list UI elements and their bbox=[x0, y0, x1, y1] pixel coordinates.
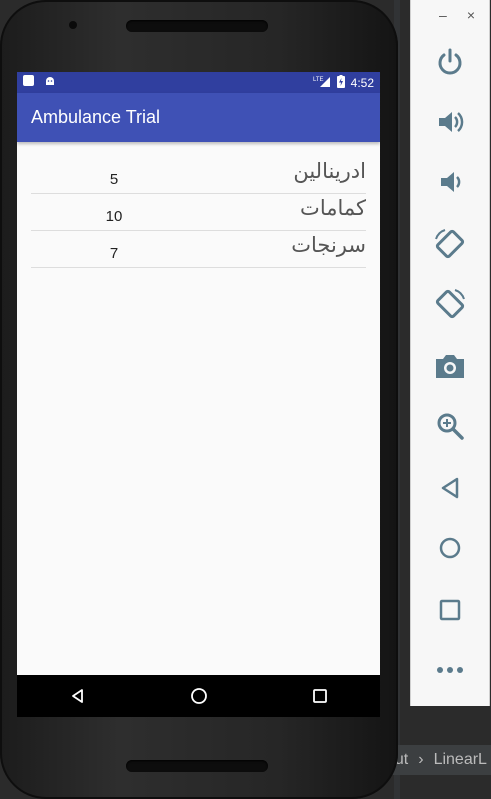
rotate-right-button[interactable] bbox=[411, 282, 489, 326]
item-name: ادرينالين bbox=[293, 159, 366, 183]
back-triangle-icon bbox=[71, 689, 83, 703]
camera-icon bbox=[436, 355, 464, 378]
device-screen: LTE 4:52 Ambulance Trial 5 ادرينالين 10 … bbox=[17, 72, 380, 717]
list-item[interactable]: 5 ادرينالين bbox=[31, 157, 366, 194]
recents-square-icon bbox=[312, 689, 327, 703]
item-name: سرنجات bbox=[291, 233, 366, 257]
home-circle-icon bbox=[190, 688, 207, 704]
item-quantity: 5 bbox=[109, 170, 119, 188]
nav-home-button[interactable] bbox=[179, 675, 219, 717]
battery-charging-icon bbox=[336, 74, 345, 91]
zoom-button[interactable] bbox=[411, 404, 489, 448]
screenshot-button[interactable] bbox=[411, 344, 489, 388]
svg-text:LTE: LTE bbox=[313, 77, 324, 83]
front-camera bbox=[69, 21, 77, 29]
nav-back-button[interactable] bbox=[58, 675, 98, 717]
item-quantity: 7 bbox=[109, 244, 119, 262]
minimize-button[interactable]: – bbox=[439, 7, 447, 23]
status-bar: LTE 4:52 bbox=[17, 72, 380, 93]
inventory-list: 5 ادرينالين 10 كمامات 7 سرنجات bbox=[31, 157, 366, 268]
volume-up-icon bbox=[439, 112, 464, 132]
rotate-left-icon bbox=[435, 229, 465, 259]
more-button[interactable] bbox=[411, 648, 489, 692]
more-icon bbox=[437, 667, 463, 673]
top-speaker bbox=[126, 20, 268, 32]
nav-recents-button[interactable] bbox=[300, 675, 340, 717]
emulator-control-panel: – × bbox=[410, 0, 489, 706]
breadcrumb-item-linearlayout[interactable]: LinearL bbox=[434, 751, 487, 769]
sd-card-icon bbox=[23, 75, 34, 86]
power-icon bbox=[438, 48, 462, 75]
item-quantity: 10 bbox=[105, 207, 123, 225]
back-icon bbox=[441, 477, 459, 499]
volume-up-button[interactable] bbox=[411, 100, 489, 144]
navigation-bar bbox=[17, 675, 380, 717]
list-item[interactable]: 7 سرنجات bbox=[31, 231, 366, 268]
rotate-right-icon bbox=[435, 289, 465, 319]
bottom-speaker bbox=[126, 760, 268, 772]
phone-frame: LTE 4:52 Ambulance Trial 5 ادرينالين 10 … bbox=[0, 0, 398, 799]
overview-button[interactable] bbox=[411, 588, 489, 632]
app-bar: Ambulance Trial bbox=[17, 93, 380, 142]
clock: 4:52 bbox=[350, 75, 374, 90]
volume-down-icon bbox=[441, 172, 461, 192]
app-title: Ambulance Trial bbox=[31, 107, 161, 127]
volume-down-button[interactable] bbox=[411, 160, 489, 204]
rotate-left-button[interactable] bbox=[411, 222, 489, 266]
home-icon bbox=[439, 537, 461, 559]
item-name: كمامات bbox=[300, 196, 366, 220]
zoom-icon bbox=[437, 413, 464, 440]
power-button[interactable] bbox=[411, 40, 489, 84]
lte-signal-icon: LTE bbox=[313, 75, 331, 90]
close-button[interactable]: × bbox=[467, 7, 475, 23]
list-item[interactable]: 10 كمامات bbox=[31, 194, 366, 231]
home-button[interactable] bbox=[411, 526, 489, 570]
overview-icon bbox=[439, 599, 461, 621]
android-icon bbox=[44, 75, 56, 90]
breadcrumb-separator: › bbox=[418, 751, 424, 768]
back-button[interactable] bbox=[411, 466, 489, 510]
